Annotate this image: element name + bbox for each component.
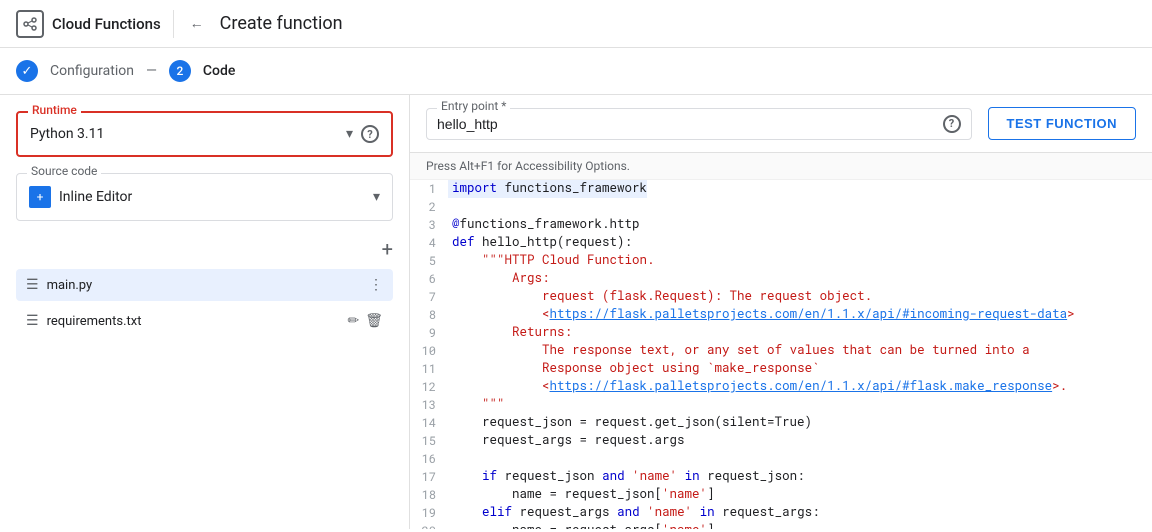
runtime-section: Runtime Python 3.11 ▾ ? (16, 111, 393, 157)
inline-editor-icon: + (29, 186, 51, 208)
inline-editor-label: Inline Editor (59, 189, 365, 205)
add-file-button[interactable]: + (382, 237, 393, 261)
file-name-requirements: requirements.txt (47, 314, 340, 329)
code-line: 12 <https://flask.palletsprojects.com/en… (410, 378, 1152, 396)
code-line: 14 request_json = request.get_json(silen… (410, 414, 1152, 432)
code-line: 9 Returns: (410, 324, 1152, 342)
code-line: 20 name = request_args['name'] (410, 522, 1152, 529)
code-line: 18 name = request_json['name'] (410, 486, 1152, 504)
code-line: 13 """ (410, 396, 1152, 414)
left-panel: Runtime Python 3.11 ▾ ? Source code + In… (0, 95, 410, 529)
inline-editor-row: + Inline Editor ▾ (29, 186, 380, 208)
runtime-row: Python 3.11 ▾ ? (30, 125, 379, 143)
code-line: 6 Args: (410, 270, 1152, 288)
file-actions-main-py: ⋮ (369, 277, 383, 293)
source-dropdown-arrow-icon[interactable]: ▾ (373, 189, 380, 205)
file-delete-button[interactable]: 🗑 (365, 313, 383, 329)
logo-icon (16, 10, 44, 38)
right-panel: Entry point * ? TEST FUNCTION Press Alt+… (410, 95, 1152, 529)
file-actions-requirements: ✏ 🗑 (347, 313, 383, 329)
runtime-dropdown-arrow-icon[interactable]: ▾ (346, 126, 353, 142)
step2-label: Code (203, 63, 235, 79)
file-icon: ☰ (26, 313, 39, 329)
file-list: ☰ main.py ⋮ ☰ requirements.txt ✏ 🗑 (16, 269, 393, 337)
code-line: 11 Response object using `make_response` (410, 360, 1152, 378)
code-line: 8 <https://flask.palletsprojects.com/en/… (410, 306, 1152, 324)
code-line: 1import functions_framework (410, 180, 1152, 198)
entry-help-icon[interactable]: ? (943, 115, 961, 133)
code-line: 2 (410, 198, 1152, 216)
entry-row: Entry point * ? TEST FUNCTION (410, 95, 1152, 153)
runtime-label: Runtime (28, 103, 81, 117)
file-item-main-py[interactable]: ☰ main.py ⋮ (16, 269, 393, 301)
entry-point-field: Entry point * ? (426, 108, 972, 140)
runtime-select[interactable]: Python 3.11 (30, 126, 338, 142)
file-dots-button[interactable]: ⋮ (369, 277, 383, 293)
breadcrumb: ✓ Configuration — 2 Code (0, 48, 1152, 95)
entry-point-wrap: Entry point * ? (426, 108, 972, 140)
add-file-row: + (16, 237, 393, 261)
app-name: Cloud Functions (52, 15, 161, 33)
step1-check-icon: ✓ (16, 60, 38, 82)
file-icon: ☰ (26, 277, 39, 293)
file-edit-button[interactable]: ✏ (347, 313, 359, 329)
entry-point-label: Entry point * (437, 99, 510, 113)
page-title: Create function (220, 13, 343, 34)
code-line: 3@functions_framework.http (410, 216, 1152, 234)
breadcrumb-dash: — (146, 63, 157, 79)
code-line: 7 request (flask.Request): The request o… (410, 288, 1152, 306)
code-line: 5 """HTTP Cloud Function. (410, 252, 1152, 270)
code-line: 10 The response text, or any set of valu… (410, 342, 1152, 360)
step1-label: Configuration (50, 63, 134, 79)
code-line: 19 elif request_args and 'name' in reque… (410, 504, 1152, 522)
code-line: 17 if request_json and 'name' in request… (410, 468, 1152, 486)
entry-point-input[interactable] (437, 116, 935, 132)
top-bar: Cloud Functions ← Create function (0, 0, 1152, 48)
runtime-help-icon[interactable]: ? (361, 125, 379, 143)
source-code-label: Source code (27, 164, 101, 178)
source-code-section: Source code + Inline Editor ▾ (16, 173, 393, 221)
code-line: 16 (410, 450, 1152, 468)
test-function-button[interactable]: TEST FUNCTION (988, 107, 1137, 140)
file-name-main-py: main.py (47, 278, 361, 293)
code-line: 15 request_args = request.args (410, 432, 1152, 450)
main-content: Runtime Python 3.11 ▾ ? Source code + In… (0, 95, 1152, 529)
file-item-requirements[interactable]: ☰ requirements.txt ✏ 🗑 (16, 305, 393, 337)
code-editor[interactable]: 1import functions_framework23@functions_… (410, 180, 1152, 529)
divider (173, 10, 174, 38)
code-line: 4def hello_http(request): (410, 234, 1152, 252)
a11y-hint: Press Alt+F1 for Accessibility Options. (410, 153, 1152, 180)
back-button[interactable]: ← (186, 11, 208, 36)
step2-badge: 2 (169, 60, 191, 82)
app-logo-area: Cloud Functions (16, 10, 161, 38)
